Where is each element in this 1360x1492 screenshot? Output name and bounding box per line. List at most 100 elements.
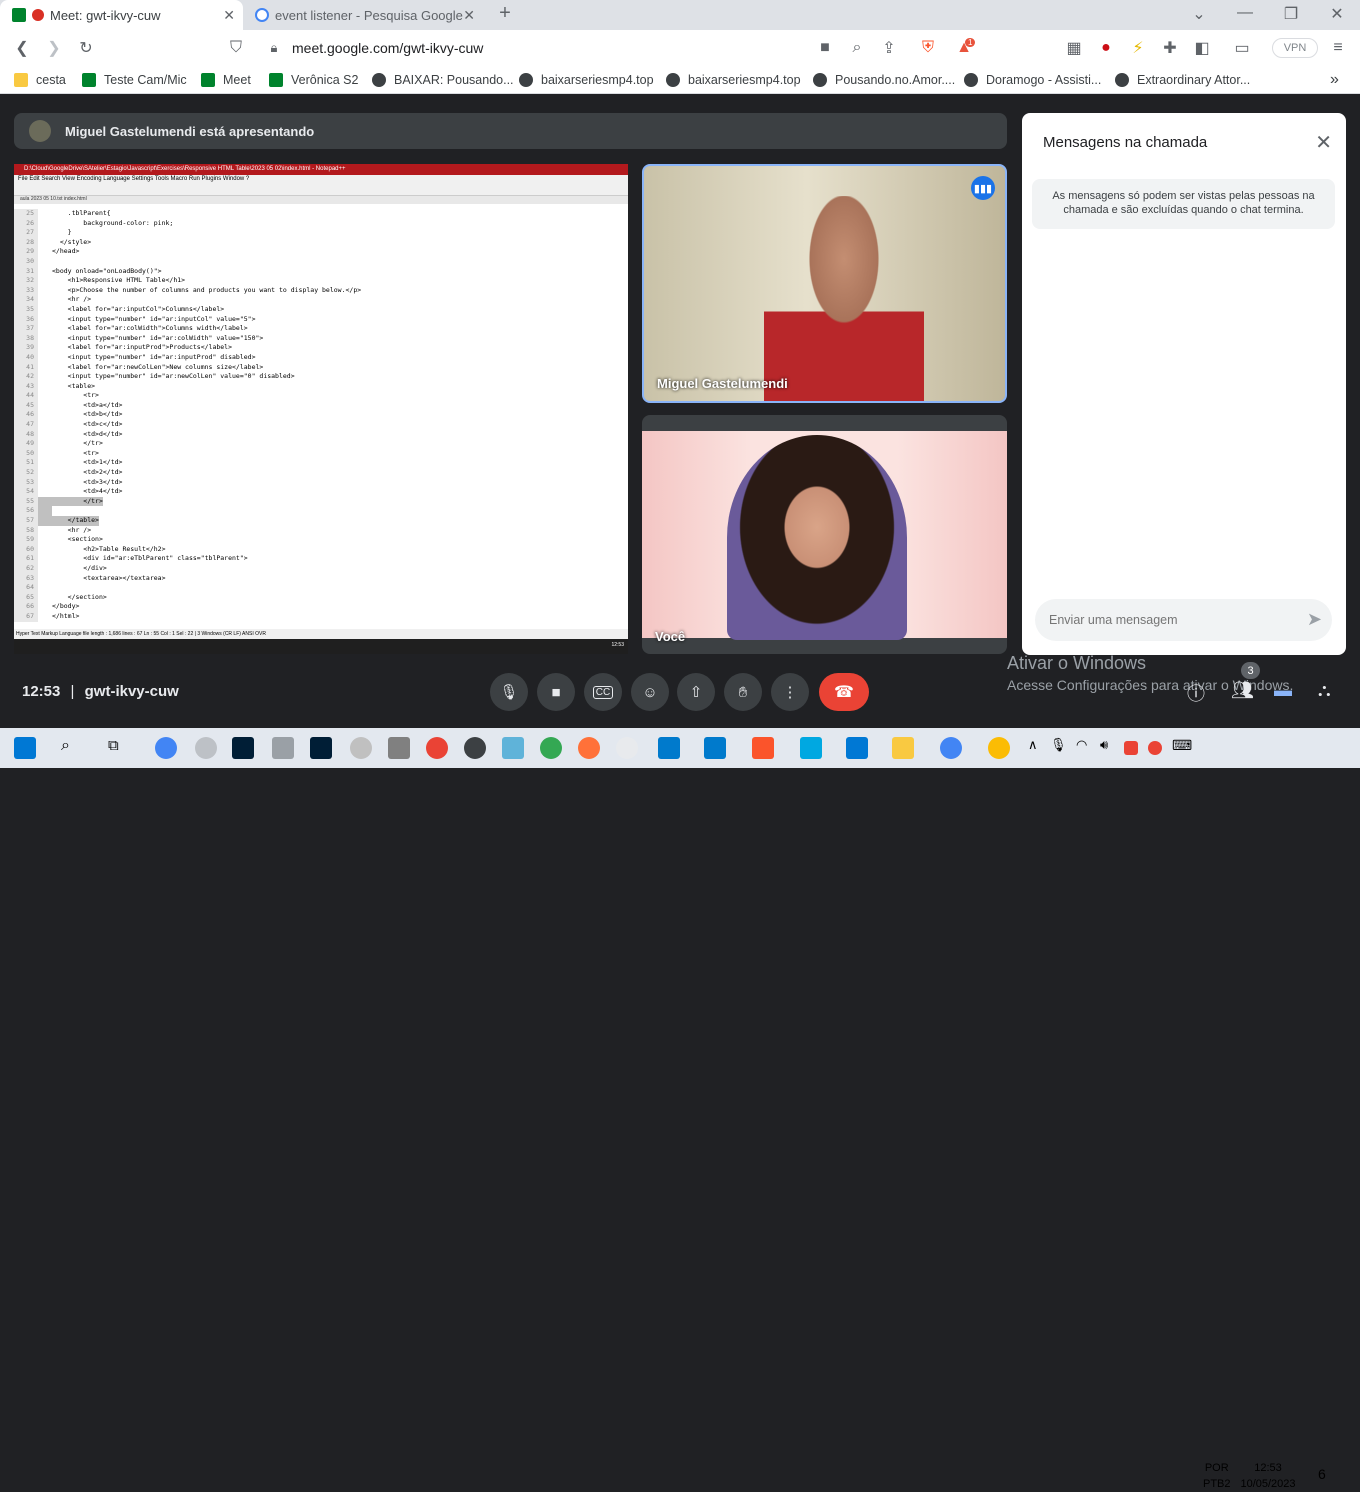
bookmark-item[interactable]: Verônica S2 bbox=[269, 71, 358, 89]
opera-extension-icon[interactable]: ● bbox=[1094, 36, 1118, 60]
chat-icon[interactable]: ▬ bbox=[1274, 680, 1292, 701]
chrome-icon[interactable] bbox=[155, 737, 177, 759]
line-number: 55 bbox=[14, 496, 38, 507]
clock-app-icon[interactable] bbox=[195, 737, 217, 759]
notepad-status-bar: Hyper Text Markup Language file length :… bbox=[14, 629, 628, 639]
bookmark-item[interactable]: Teste Cam/Mic bbox=[82, 71, 187, 89]
chat-message-input[interactable] bbox=[1049, 599, 1289, 641]
bookmark-item[interactable]: Pousando.no.Amor.... bbox=[813, 71, 955, 89]
vscode-icon[interactable] bbox=[704, 737, 726, 759]
extensions-puzzle-icon[interactable]: ✚ bbox=[1158, 36, 1182, 60]
bookmark-icon[interactable]: ⛉ bbox=[224, 36, 248, 60]
participant-tile-presenter[interactable]: ▮▮▮ Miguel Gastelumendi bbox=[642, 164, 1007, 403]
language-indicator[interactable]: POR PTB2 bbox=[1203, 1460, 1231, 1492]
line-number: 57 bbox=[14, 516, 38, 526]
present-screen-icon: ⇧ bbox=[689, 684, 703, 701]
system-clock[interactable]: 12:53 10/05/2023 bbox=[1240, 1460, 1296, 1492]
close-tab-icon[interactable]: ✕ bbox=[463, 7, 475, 24]
bookmark-item[interactable]: baixarseriesmp4.top bbox=[666, 71, 801, 89]
reload-icon[interactable]: ↻ bbox=[74, 36, 98, 60]
vscode-icon[interactable] bbox=[658, 737, 680, 759]
extension-bolt-icon[interactable]: ⚡︎ bbox=[1126, 36, 1150, 60]
send-icon[interactable]: ➤ bbox=[1307, 609, 1322, 630]
bookmark-item[interactable]: baixarseriesmp4.top bbox=[519, 71, 654, 89]
camera-icon[interactable]: ■ bbox=[813, 36, 837, 60]
new-tab-button[interactable]: + bbox=[490, 2, 520, 25]
tray-app-icon[interactable] bbox=[1124, 741, 1138, 755]
media-player-icon[interactable] bbox=[464, 737, 486, 759]
app-icon[interactable] bbox=[846, 737, 868, 759]
brave-shield-icon[interactable]: ⛨ bbox=[916, 36, 940, 60]
line-code: </head> bbox=[52, 247, 80, 256]
wallet-icon[interactable]: ▭ bbox=[1230, 36, 1254, 60]
photoshop-icon[interactable] bbox=[310, 737, 332, 759]
people-icon[interactable]: 👥︎ bbox=[1231, 680, 1254, 701]
bookmark-item[interactable]: Meet bbox=[201, 71, 251, 89]
tray-app-icon[interactable] bbox=[1148, 741, 1162, 755]
microphone-button[interactable]: 🎙︎ bbox=[490, 673, 528, 711]
microphone-tray-icon[interactable]: 🎙︎ bbox=[1050, 737, 1072, 759]
address-bar[interactable]: meet.google.com/gwt-ikvy-cuw bbox=[292, 40, 483, 56]
firefox-icon[interactable] bbox=[578, 737, 600, 759]
close-icon[interactable]: ✕ bbox=[1315, 130, 1332, 155]
calculator-icon[interactable] bbox=[388, 737, 410, 759]
vpn-button[interactable]: VPN bbox=[1272, 38, 1318, 58]
chrome-icon[interactable] bbox=[540, 737, 562, 759]
present-button[interactable]: ⇧ bbox=[677, 673, 715, 711]
raise-hand-button[interactable]: ✋︎ bbox=[724, 673, 762, 711]
tab-meet[interactable]: Meet: gwt-ikvy-cuw ✕ bbox=[0, 0, 243, 30]
photoshop-icon[interactable] bbox=[232, 737, 254, 759]
wifi-icon[interactable]: ◠ bbox=[1076, 737, 1098, 759]
chrome-icon[interactable] bbox=[426, 737, 448, 759]
minimize-button[interactable]: — bbox=[1230, 4, 1260, 22]
amazon-music-icon[interactable] bbox=[800, 737, 822, 759]
camera-button[interactable]: ■ bbox=[537, 673, 575, 711]
line-code: <div id="ar:eTblParent" class="tblParent… bbox=[52, 554, 248, 563]
app-icon[interactable] bbox=[272, 737, 294, 759]
tab-search-icon[interactable]: ⌄ bbox=[1184, 4, 1214, 24]
line-code: <textarea></textarea> bbox=[52, 573, 166, 582]
start-icon[interactable] bbox=[14, 737, 36, 759]
line-code: </tr> bbox=[38, 496, 103, 507]
bookmark-item[interactable]: cesta bbox=[14, 71, 66, 89]
timer-icon[interactable] bbox=[350, 737, 372, 759]
forward-icon[interactable]: ❯ bbox=[42, 36, 66, 60]
code-line: 36 <input type="number" id="ar:inputCol"… bbox=[14, 314, 619, 325]
task-view-icon[interactable]: ⧉ bbox=[108, 737, 130, 759]
more-options-button[interactable]: ⋮ bbox=[771, 673, 809, 711]
lock-icon[interactable]: 🔒︎ bbox=[262, 36, 286, 60]
participant-tile-self[interactable]: Você bbox=[642, 415, 1007, 654]
activities-icon[interactable]: ⛬ bbox=[1318, 680, 1331, 701]
keyboard-icon[interactable]: ⌨︎ bbox=[1172, 737, 1194, 759]
tab-google-search[interactable]: event listener - Pesquisa Google ✕ bbox=[243, 0, 483, 30]
bookmark-item[interactable]: BAIXAR: Pousando... bbox=[372, 71, 514, 89]
end-call-button[interactable]: ☎︎ bbox=[819, 673, 869, 711]
brave-icon[interactable] bbox=[752, 737, 774, 759]
close-window-button[interactable]: ✕ bbox=[1322, 4, 1352, 24]
bookmark-item[interactable]: Extraordinary Attor... bbox=[1115, 71, 1250, 89]
file-explorer-icon[interactable] bbox=[892, 737, 914, 759]
volume-icon[interactable]: 🔊︎ bbox=[1100, 737, 1122, 759]
qr-extension-icon[interactable]: ▦ bbox=[1062, 36, 1086, 60]
captions-button[interactable]: CC bbox=[584, 673, 622, 711]
bookmark-item[interactable]: Doramogo - Assisti... bbox=[964, 71, 1101, 89]
chrome-icon[interactable] bbox=[940, 737, 962, 759]
close-tab-icon[interactable]: ✕ bbox=[223, 7, 235, 24]
app-icon[interactable] bbox=[616, 737, 638, 759]
tray-chevron-icon[interactable]: ∧ bbox=[1028, 737, 1050, 759]
browser-toolbar: ❮ ❯ ↻ ⛉ 🔒︎ ■ ⌕ ⇪ ⛨ ▲ 1 ▦ ● ⚡︎ ✚ ◧ ▭ VPN … bbox=[0, 30, 1360, 66]
restore-button[interactable]: ❐ bbox=[1276, 4, 1306, 24]
back-icon[interactable]: ❮ bbox=[10, 36, 34, 60]
meeting-info-icon[interactable]: ⓘ bbox=[1187, 680, 1205, 706]
zoom-icon[interactable]: ⌕ bbox=[845, 36, 869, 60]
search-icon[interactable]: ⌕ bbox=[61, 737, 83, 759]
menu-icon[interactable]: ≡ bbox=[1326, 36, 1350, 60]
browser-tab-bar: Meet: gwt-ikvy-cuw ✕ event listener - Pe… bbox=[0, 0, 1360, 30]
more-bookmarks-icon[interactable]: » bbox=[1330, 71, 1339, 89]
app-icon[interactable] bbox=[502, 737, 524, 759]
share-icon[interactable]: ⇪ bbox=[877, 36, 901, 60]
notifications-button[interactable]: 6 bbox=[1318, 1466, 1326, 1482]
chrome-profile-icon[interactable] bbox=[988, 737, 1010, 759]
reactions-button[interactable]: ☺ bbox=[631, 673, 669, 711]
sidebar-icon[interactable]: ◧ bbox=[1190, 36, 1214, 60]
